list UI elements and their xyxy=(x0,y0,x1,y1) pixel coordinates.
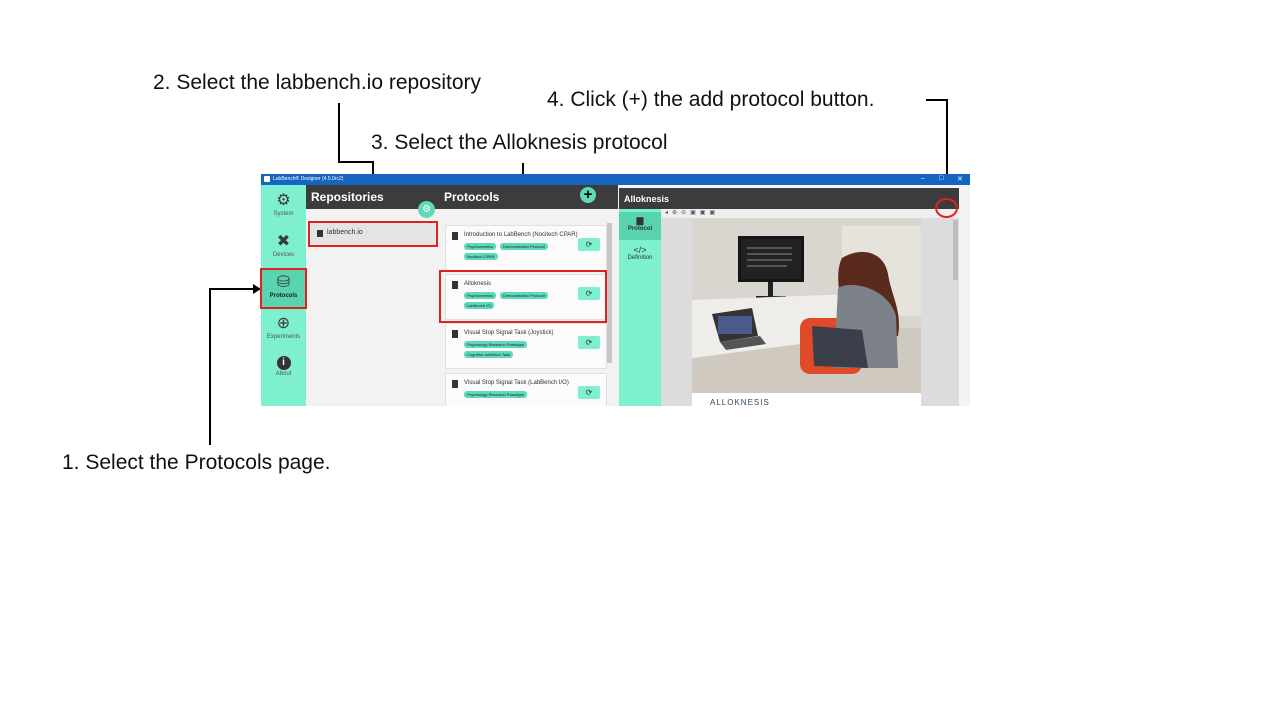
repositories-header: Repositories xyxy=(306,185,436,209)
tab-definition[interactable]: </> Definition xyxy=(619,242,661,270)
tab-label: Protocol xyxy=(627,226,653,232)
page-view-icon[interactable]: ▣ xyxy=(690,210,696,216)
close-button[interactable]: ✕ xyxy=(957,175,963,183)
nav-item-about[interactable]: i About xyxy=(261,352,306,390)
download-icon: ⟳ xyxy=(585,388,593,397)
document-title: ALLOKNESIS xyxy=(710,398,770,406)
download-icon: ⟳ xyxy=(585,240,593,249)
download-button[interactable]: ⟳ xyxy=(578,238,600,251)
document-icon xyxy=(452,232,458,240)
protocol-card[interactable]: Introduction to LabBench (Nocitech CPAR)… xyxy=(445,225,607,271)
connector-step1 xyxy=(209,288,254,290)
maximize-button[interactable]: □ xyxy=(939,175,943,182)
annotation-step3: 3. Select the Alloknesis protocol xyxy=(371,131,668,154)
protocol-tags: Psychology Research Paradigm xyxy=(464,391,582,401)
nav-item-system[interactable]: ⚙ System xyxy=(261,188,306,226)
tab-protocol[interactable]: ▆ Protocol xyxy=(619,212,661,240)
tag: Nocitech CPAR xyxy=(464,253,498,260)
tag: Cognitive Inhibition Task xyxy=(464,351,514,358)
globe-icon: ⊕ xyxy=(276,315,291,332)
tag: Psychometrics xyxy=(464,243,497,250)
protocol-photo xyxy=(692,218,921,393)
print-icon[interactable]: ◂ xyxy=(665,210,668,216)
highlight-add-button xyxy=(935,198,958,218)
nav-item-label: System xyxy=(273,211,294,217)
document-scrollbar[interactable] xyxy=(953,220,958,280)
window-titlebar: LabBench® Designer (4.5.0rc2) – □ ✕ xyxy=(261,174,970,185)
minimize-button[interactable]: – xyxy=(921,175,925,182)
highlight-alloknesis xyxy=(439,270,607,323)
annotation-step1: 1. Select the Protocols page. xyxy=(62,451,331,474)
page-view-icon[interactable]: ▣ xyxy=(700,210,706,216)
connector-step2 xyxy=(338,103,340,162)
zoom-in-icon[interactable]: ⊕ xyxy=(672,210,677,216)
repository-settings-button[interactable]: ⚙ xyxy=(418,201,435,218)
add-protocol-button[interactable]: + xyxy=(580,187,596,203)
protocol-card[interactable]: Visual Stop Signal Task (LabBench I/O) P… xyxy=(445,373,607,406)
protocol-tags: Psychology Research Paradigm Cognitive In… xyxy=(464,341,582,361)
detail-title: Alloknesis xyxy=(624,194,670,204)
protocol-name: Introduction to LabBench (Nocitech CPAR) xyxy=(464,232,578,238)
photo-illustration xyxy=(692,218,921,393)
gear-icon: ⚙ xyxy=(422,204,431,215)
app-icon xyxy=(264,176,270,182)
document-icon xyxy=(452,330,458,338)
tag: Demonstration Protocol xyxy=(500,243,548,250)
page-view-icon[interactable]: ▣ xyxy=(709,210,715,216)
info-icon: i xyxy=(276,356,291,370)
code-icon: </> xyxy=(633,245,647,255)
protocol-card[interactable]: Visual Stop Signal Task (Joystick) Psych… xyxy=(445,323,607,369)
document-icon: ▆ xyxy=(636,215,644,225)
protocols-title: Protocols xyxy=(444,190,500,204)
highlight-protocols-nav xyxy=(260,268,307,309)
nav-item-experiments[interactable]: ⊕ Experiments xyxy=(261,311,306,349)
repositories-title: Repositories xyxy=(311,190,384,204)
connector-step1 xyxy=(209,288,211,445)
protocol-detail-panel: Alloknesis ▆ Protocol </> Definition ◂ ⊕ ⊖… xyxy=(619,188,959,406)
nav-item-devices[interactable]: ✖ Devices xyxy=(261,229,306,267)
detail-header: Alloknesis xyxy=(619,188,959,209)
labbench-designer-window: LabBench® Designer (4.5.0rc2) – □ ✕ ⚙ Sy… xyxy=(261,174,970,406)
connector-step2 xyxy=(338,161,374,163)
plus-icon: + xyxy=(583,186,593,203)
window-title: LabBench® Designer (4.5.0rc2) xyxy=(273,176,344,182)
protocol-tags: Psychometrics Demonstration ProtocolNocit… xyxy=(464,243,582,263)
detail-tabs: ▆ Protocol </> Definition xyxy=(619,209,661,406)
protocol-name: Visual Stop Signal Task (LabBench I/O) xyxy=(464,380,569,386)
zoom-out-icon[interactable]: ⊖ xyxy=(681,210,686,216)
tab-label: Definition xyxy=(627,255,653,261)
protocol-name: Visual Stop Signal Task (Joystick) xyxy=(464,330,554,336)
protocols-scrollbar[interactable] xyxy=(607,223,612,363)
document-viewer: ALLOKNESIS xyxy=(661,218,959,406)
document-icon xyxy=(452,380,458,388)
nav-item-label: Experiments xyxy=(266,334,301,340)
annotation-step4: 4. Click (+) the add protocol button. xyxy=(547,88,875,111)
tag: Psychology Research Paradigm xyxy=(464,341,527,348)
document-toolbar: ◂ ⊕ ⊖ ▣ ▣ ▣ xyxy=(661,209,959,218)
highlight-repository xyxy=(308,221,438,247)
connector-step4 xyxy=(926,99,948,101)
nav-item-label: About xyxy=(275,371,292,377)
tools-icon: ✖ xyxy=(276,233,291,250)
download-button[interactable]: ⟳ xyxy=(578,386,600,399)
tag: Psychology Research Paradigm xyxy=(464,391,527,398)
document-page: ALLOKNESIS xyxy=(692,218,921,406)
download-button[interactable]: ⟳ xyxy=(578,336,600,349)
download-icon: ⟳ xyxy=(585,338,593,347)
nav-item-label: Devices xyxy=(272,252,295,258)
annotation-step2: 2. Select the labbench.io repository xyxy=(153,71,482,94)
gear-icon: ⚙ xyxy=(276,192,291,209)
repositories-panel: Repositories labbench.io xyxy=(306,185,436,406)
